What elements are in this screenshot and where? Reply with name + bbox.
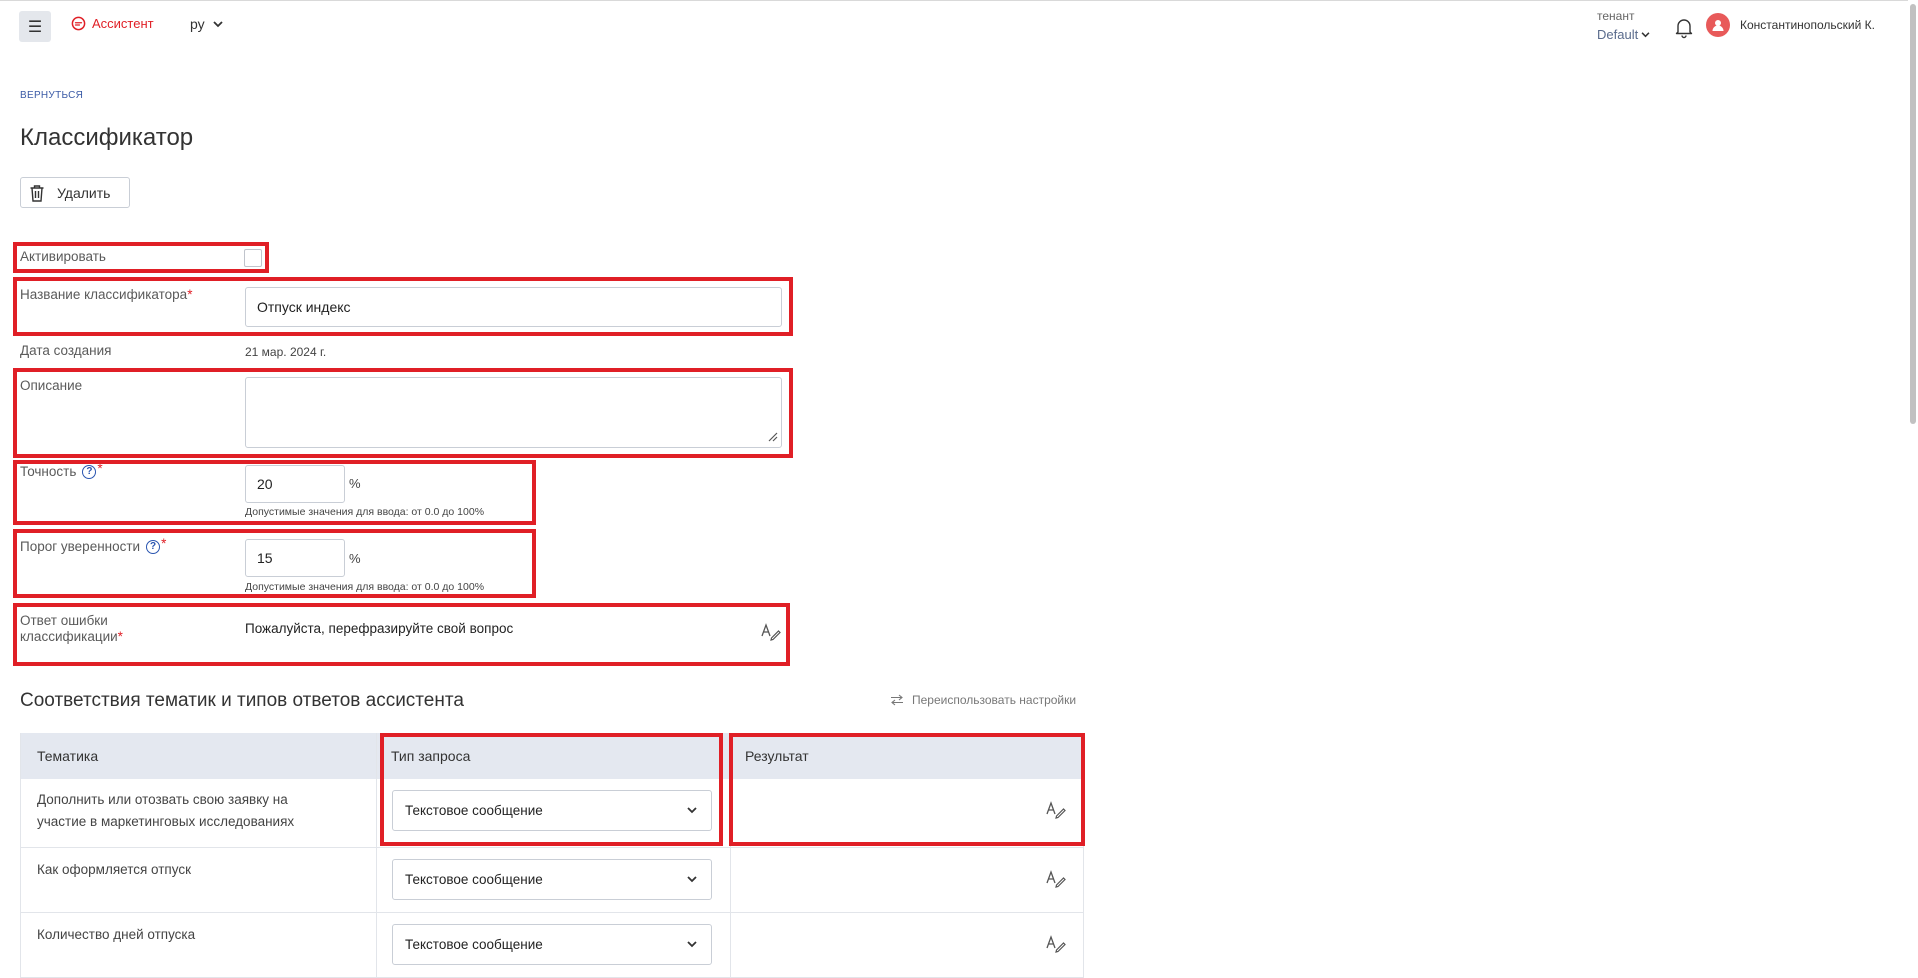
error-answer-label-line2-wrap: классификации* <box>20 629 123 645</box>
activate-checkbox[interactable] <box>244 249 262 267</box>
notification-bell-icon[interactable] <box>1672 15 1696 39</box>
trash-icon <box>30 184 44 202</box>
table-row-topic: Количество дней отпуска <box>37 927 196 942</box>
translate-edit-icon[interactable] <box>1045 869 1067 889</box>
name-input-value: Отпуск индекс <box>257 299 351 315</box>
name-label: Название классификатора* <box>20 287 192 302</box>
avatar[interactable] <box>1706 13 1730 37</box>
threshold-input-value: 15 <box>257 550 273 566</box>
brand-label: Ассистент <box>92 16 154 31</box>
threshold-unit: % <box>349 551 361 566</box>
threshold-input[interactable]: 15 <box>245 539 345 577</box>
request-type-select[interactable]: Текстовое сообщение <box>392 859 712 900</box>
user-icon <box>1712 20 1724 31</box>
error-answer-label-line1: Ответ ошибки <box>20 613 108 628</box>
user-name[interactable]: Константинопольский К. <box>1740 18 1875 32</box>
help-icon[interactable]: ? <box>82 464 97 479</box>
back-link[interactable]: ВЕРНУТЬСЯ <box>20 90 83 101</box>
chevron-down-icon <box>687 941 697 948</box>
error-answer-label-line2: классификации <box>20 629 118 644</box>
row-divider <box>20 847 1084 848</box>
accuracy-unit: % <box>349 476 361 491</box>
accuracy-label: Точность ? * <box>20 461 103 479</box>
error-answer-label: Ответ ошибки классификации* <box>20 613 123 645</box>
chevron-down-icon <box>213 20 223 27</box>
accuracy-input[interactable]: 20 <box>245 465 345 503</box>
name-label-text: Название классификатора <box>20 287 188 302</box>
top-border <box>0 0 1918 1</box>
scrollbar-thumb[interactable] <box>1910 4 1916 424</box>
chevron-down-icon <box>687 876 697 883</box>
mapping-section-title: Соответствия тематик и типов ответов асс… <box>20 690 464 711</box>
threshold-label-text: Порог уверенности <box>20 539 141 554</box>
assistant-logo-icon <box>71 16 86 31</box>
chevron-down-icon <box>1641 31 1650 37</box>
created-label: Дата создания <box>20 343 112 358</box>
request-type-highlight <box>380 733 723 846</box>
threshold-label: Порог уверенности ? * <box>20 536 167 554</box>
language-selector[interactable]: ру <box>190 16 223 32</box>
delete-button[interactable]: Удалить <box>20 177 130 208</box>
table-border-left <box>20 733 21 978</box>
accuracy-label-text: Точность <box>20 464 77 479</box>
hamburger-icon: ☰ <box>27 18 43 36</box>
column-divider <box>376 733 377 978</box>
name-input[interactable]: Отпуск индекс <box>245 287 782 327</box>
required-mark: * <box>97 461 103 476</box>
language-value: ру <box>190 16 205 32</box>
request-type-value: Текстовое сообщение <box>405 872 543 887</box>
page-title: Классификатор <box>20 124 194 151</box>
tenant-value: Default <box>1597 27 1639 42</box>
swap-arrows-icon <box>891 694 903 706</box>
help-icon[interactable]: ? <box>146 539 161 554</box>
result-highlight <box>729 733 1085 846</box>
translate-edit-icon[interactable] <box>760 622 782 642</box>
description-textarea[interactable] <box>245 377 782 448</box>
request-type-value: Текстовое сообщение <box>405 937 543 952</box>
brand-link[interactable]: Ассистент <box>71 16 154 31</box>
reuse-settings-label: Переиспользовать настройки <box>912 693 1077 707</box>
activate-label: Активировать <box>20 249 106 264</box>
created-value: 21 мар. 2024 г. <box>245 345 327 359</box>
translate-edit-icon[interactable] <box>1045 934 1067 954</box>
required-mark: * <box>161 536 167 551</box>
description-label: Описание <box>20 378 83 393</box>
table-row-topic: Дополнить или отозвать свою заявку на уч… <box>37 792 295 829</box>
required-mark: * <box>187 287 193 302</box>
error-answer-value[interactable]: Пожалуйста, перефразируйте свой вопрос <box>245 621 513 636</box>
threshold-hint: Допустимые значения для ввода: от 0.0 до… <box>245 581 485 593</box>
request-type-select[interactable]: Текстовое сообщение <box>392 924 712 965</box>
table-row-topic: Как оформляется отпуск <box>37 862 191 877</box>
tenant-selector[interactable]: Default <box>1597 27 1650 42</box>
required-mark: * <box>117 629 123 644</box>
column-header-topic: Тематика <box>37 748 99 764</box>
tenant-label: тенант <box>1597 9 1635 23</box>
reuse-settings-link[interactable]: Переиспользовать настройки <box>890 693 1076 707</box>
resize-handle-icon[interactable] <box>768 432 778 442</box>
delete-label: Удалить <box>57 184 111 201</box>
row-divider <box>20 912 1084 913</box>
accuracy-hint: Допустимые значения для ввода: от 0.0 до… <box>245 506 485 518</box>
accuracy-input-value: 20 <box>257 476 273 492</box>
menu-button[interactable]: ☰ <box>19 11 51 42</box>
